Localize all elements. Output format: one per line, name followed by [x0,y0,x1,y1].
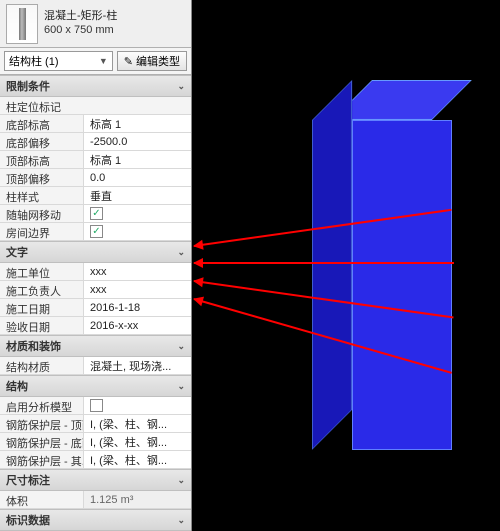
chevron-down-icon: ▼ [99,56,108,66]
selector-row: 结构柱 (1) ▼ ✎ 编辑类型 [0,48,191,75]
property-label: 柱样式 [0,187,84,204]
property-label: 底部偏移 [0,133,84,150]
section-title: 尺寸标注 [6,472,50,488]
property-value[interactable]: ✓ [84,205,191,222]
type-name: 混凝土-矩形-柱 [44,10,117,24]
property-row: 施工日期2016-1-18 [0,299,191,317]
chevron-down-icon: ⌄ [177,81,185,92]
property-label: 底部标高 [0,115,84,132]
section-title: 文字 [6,244,28,260]
property-label: 结构材质 [0,357,84,374]
section-title: 限制条件 [6,78,50,94]
property-row: 钢筋保护层 - 其...I, (梁、柱、钢... [0,451,191,469]
selector-label: 结构柱 (1) [9,53,59,69]
property-label: 施工负责人 [0,281,84,298]
type-dimensions: 600 x 750 mm [44,24,117,38]
property-label: 钢筋保护层 - 顶面 [0,415,84,432]
property-row: 底部标高标高 1 [0,115,191,133]
property-row: 启用分析模型 [0,397,191,415]
property-label: 施工日期 [0,299,84,316]
properties-grid: 限制条件⌄柱定位标记底部标高标高 1底部偏移-2500.0顶部标高标高 1顶部偏… [0,75,191,531]
edit-type-button[interactable]: ✎ 编辑类型 [117,51,187,71]
section-header[interactable]: 文字 ⌄ [0,241,191,263]
property-label: 房间边界 [0,223,84,240]
annotation-arrow [194,262,454,264]
property-label: 钢筋保护层 - 底面 [0,433,84,450]
property-label: 顶部偏移 [0,169,84,186]
column-3d [332,120,452,470]
property-row: 施工负责人xxx [0,281,191,299]
property-row: 钢筋保护层 - 底面I, (梁、柱、钢... [0,433,191,451]
property-value[interactable]: xxx [84,263,191,280]
edit-icon: ✎ [124,55,133,68]
property-value[interactable]: ✓ [84,223,191,240]
chevron-down-icon: ⌄ [177,247,185,258]
property-value[interactable]: 混凝土, 现场浇... [84,357,191,374]
section-header[interactable]: 材质和装饰 ⌄ [0,335,191,357]
section-title: 材质和装饰 [6,338,61,354]
section-title: 结构 [6,378,28,394]
property-label: 柱定位标记 [0,97,191,114]
checkbox[interactable]: ✓ [90,207,103,220]
section-title: 标识数据 [6,512,50,528]
property-row: 验收日期2016-x-xx [0,317,191,335]
property-value[interactable]: 垂直 [84,187,191,204]
column-icon [19,8,26,40]
property-value[interactable]: I, (梁、柱、钢... [84,433,191,450]
property-label: 验收日期 [0,317,84,334]
property-value[interactable]: 标高 1 [84,115,191,132]
chevron-down-icon: ⌄ [177,341,185,352]
element-selector[interactable]: 结构柱 (1) ▼ [4,51,113,71]
property-label: 施工单位 [0,263,84,280]
property-value[interactable]: xxx [84,281,191,298]
property-value[interactable]: I, (梁、柱、钢... [84,451,191,468]
checkbox[interactable]: ✓ [90,225,103,238]
type-thumbnail [6,4,38,44]
section-header[interactable]: 限制条件 ⌄ [0,75,191,97]
section-header[interactable]: 结构 ⌄ [0,375,191,397]
viewport-3d[interactable] [192,0,500,531]
property-value[interactable]: 2016-x-xx [84,317,191,334]
type-header: 混凝土-矩形-柱 600 x 750 mm [0,0,191,48]
property-value[interactable] [84,397,191,414]
property-row: 顶部标高标高 1 [0,151,191,169]
property-value[interactable]: -2500.0 [84,133,191,150]
section-header[interactable]: 尺寸标注 ⌄ [0,469,191,491]
property-value[interactable]: 2016-1-18 [84,299,191,316]
property-row: 体积1.125 m³ [0,491,191,509]
chevron-down-icon: ⌄ [177,515,185,526]
checkbox[interactable] [90,399,103,412]
section-header[interactable]: 标识数据 ⌄ [0,509,191,531]
property-row: 柱样式垂直 [0,187,191,205]
property-row: 钢筋保护层 - 顶面I, (梁、柱、钢... [0,415,191,433]
property-label: 体积 [0,491,84,508]
edit-type-label: 编辑类型 [136,53,180,69]
property-row: 房间边界 ✓ [0,223,191,241]
property-row: 结构材质混凝土, 现场浇... [0,357,191,375]
chevron-down-icon: ⌄ [177,475,185,486]
properties-panel: 混凝土-矩形-柱 600 x 750 mm 结构柱 (1) ▼ ✎ 编辑类型 限… [0,0,192,531]
property-value: 1.125 m³ [84,491,191,508]
property-label: 钢筋保护层 - 其... [0,451,84,468]
property-value[interactable]: 标高 1 [84,151,191,168]
property-row: 底部偏移-2500.0 [0,133,191,151]
property-value[interactable]: 0.0 [84,169,191,186]
property-label: 启用分析模型 [0,397,84,414]
property-row: 随轴网移动 ✓ [0,205,191,223]
property-value[interactable]: I, (梁、柱、钢... [84,415,191,432]
property-row: 顶部偏移0.0 [0,169,191,187]
property-label: 顶部标高 [0,151,84,168]
property-label: 随轴网移动 [0,205,84,222]
chevron-down-icon: ⌄ [177,381,185,392]
property-row: 柱定位标记 [0,97,191,115]
property-row: 施工单位xxx [0,263,191,281]
